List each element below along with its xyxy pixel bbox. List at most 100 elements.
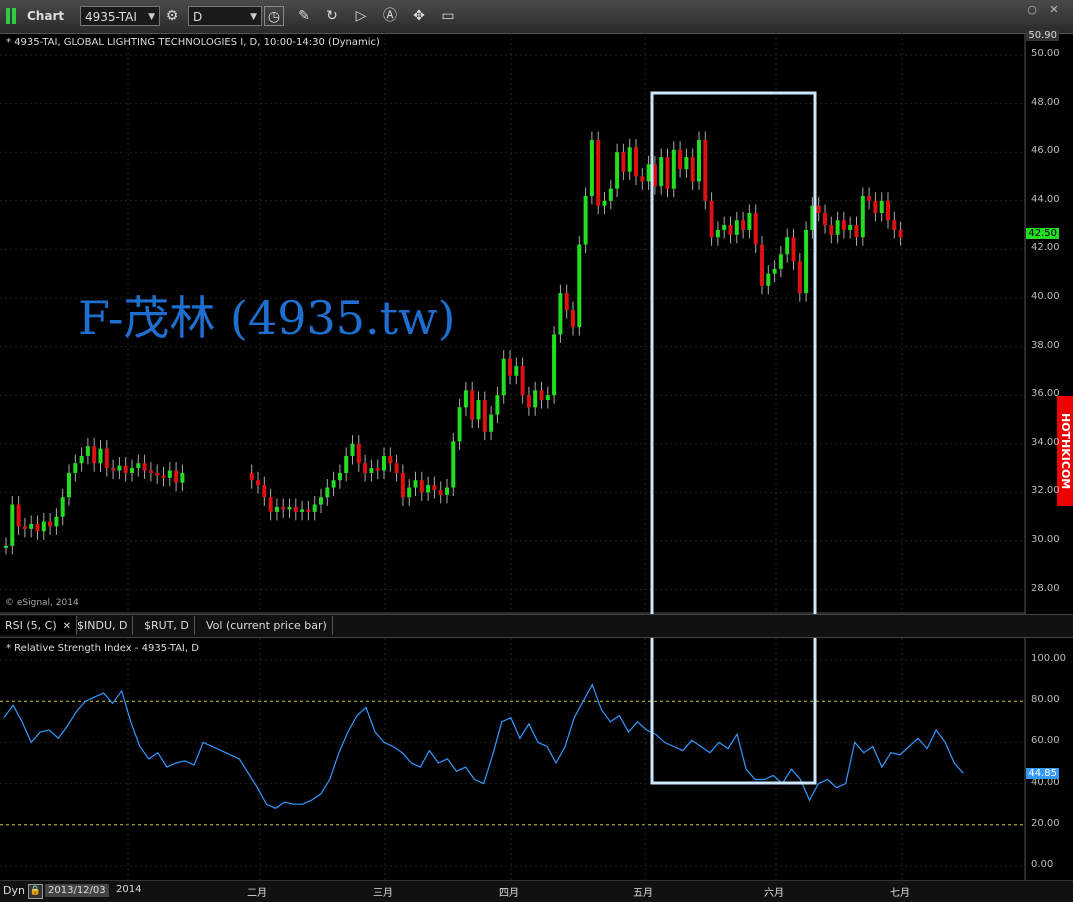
candle-body — [690, 157, 695, 182]
rsi-tick-label: 0.00 — [1031, 859, 1054, 870]
candle-body — [892, 220, 897, 230]
candle-body — [319, 497, 323, 505]
lock-icon[interactable]: 🔒 — [28, 884, 43, 899]
candle-body — [363, 463, 368, 473]
candle-body — [41, 521, 46, 532]
candle-body — [778, 254, 783, 269]
indicator-tabs: RSI (5, C) ✕ $INDU, D $RUT, D Vol (curren… — [0, 614, 1073, 638]
candle-body — [344, 455, 349, 473]
month-label: 三月 — [373, 888, 393, 899]
candle-body — [772, 268, 777, 274]
candle-body — [697, 140, 701, 182]
candle-body — [514, 366, 519, 376]
rsi-last-badge: 44.85 — [1026, 768, 1059, 779]
tab-rsi[interactable]: RSI (5, C) ✕ — [0, 616, 78, 635]
candle-body — [331, 480, 336, 488]
month-label: 七月 — [890, 888, 910, 899]
candle-body — [678, 149, 683, 170]
candle-body — [35, 523, 40, 532]
main-chart-legend: * 4935-TAI, GLOBAL LIGHTING TECHNOLOGIES… — [6, 37, 380, 48]
candle-body — [111, 468, 116, 471]
candle-body — [369, 468, 374, 473]
candle-body — [539, 390, 544, 401]
candle-body — [715, 229, 720, 238]
candle-body — [785, 237, 790, 255]
candle-body — [167, 470, 172, 478]
candle-body — [520, 366, 525, 396]
candle-body — [256, 480, 260, 486]
candle-body — [262, 485, 267, 498]
candle-body — [274, 506, 279, 512]
candle-body — [350, 443, 355, 456]
price-tick-label: 28.00 — [1031, 582, 1060, 594]
candle-body — [356, 443, 361, 464]
candle-body — [281, 506, 286, 510]
start-date-label[interactable]: 2013/12/03 — [45, 884, 109, 897]
candle-body — [703, 140, 708, 201]
candle-body — [79, 455, 84, 464]
candle-body — [375, 468, 380, 471]
candle-body — [741, 220, 746, 230]
rsi-line — [3, 683, 964, 809]
candle-body — [155, 472, 160, 476]
rsi-legend: * Relative Strength Index - 4935-TAI, D — [6, 643, 199, 654]
candle-body — [300, 509, 305, 512]
close-icon[interactable]: ✕ — [63, 621, 71, 632]
highlight-box — [650, 91, 817, 785]
candle-body — [293, 506, 298, 512]
candle-body — [766, 273, 771, 286]
candle-body — [621, 152, 626, 172]
price-tick-label: 38.00 — [1031, 339, 1060, 351]
candle-body — [577, 244, 582, 328]
price-tick-label: 36.00 — [1031, 388, 1060, 400]
candle-body — [495, 395, 500, 415]
candle-body — [848, 225, 853, 230]
candle-body — [407, 487, 412, 498]
price-chart[interactable] — [0, 0, 1073, 901]
price-tick-label: 34.00 — [1031, 436, 1060, 448]
candle-body — [873, 200, 878, 213]
candle-body — [287, 506, 292, 510]
price-tick-label: 50.00 — [1031, 48, 1060, 59]
time-axis-bar: Dyn 🔒 2013/12/03 — [0, 880, 1073, 902]
candle-body — [268, 497, 273, 512]
candle-body — [476, 400, 481, 420]
tab-rut[interactable]: $RUT, D — [139, 616, 195, 635]
candle-body — [734, 220, 739, 235]
candle-body — [394, 463, 399, 473]
price-tick-label: 48.00 — [1031, 96, 1060, 108]
tab-label: $RUT, D — [144, 619, 189, 632]
candle-body — [337, 472, 342, 481]
candle-body — [432, 485, 437, 490]
price-tick-label: 42.00 — [1031, 242, 1060, 254]
candle-body — [564, 293, 569, 311]
candle-body — [526, 395, 531, 408]
price-tick-label: 40.00 — [1031, 291, 1060, 302]
candle-body — [646, 164, 651, 182]
tab-indu[interactable]: $INDU, D — [72, 616, 134, 635]
candle-body — [640, 176, 645, 182]
dynamic-mode-label[interactable]: Dyn — [3, 884, 25, 897]
top-price-badge: 50.90 — [1026, 30, 1059, 41]
candle-body — [602, 200, 607, 206]
candle-body — [136, 463, 141, 469]
tab-label: Vol (current price bar) — [206, 619, 327, 632]
candle-body — [54, 516, 59, 527]
candle-body — [29, 523, 34, 529]
candle-body — [400, 472, 405, 498]
candle-body — [142, 463, 147, 471]
candle-body — [829, 225, 834, 235]
candle-body — [747, 212, 752, 230]
candle-body — [325, 487, 330, 498]
candle-body — [545, 395, 550, 401]
price-tick-label: 44.00 — [1031, 193, 1060, 205]
candle-body — [898, 229, 903, 238]
candle-body — [804, 229, 809, 294]
candle-body — [860, 195, 865, 238]
candle-body — [583, 195, 588, 245]
tab-vol[interactable]: Vol (current price bar) — [201, 616, 333, 635]
candle-body — [854, 225, 859, 238]
candle-body — [174, 470, 179, 483]
candle-body — [67, 472, 71, 498]
candle-body — [482, 400, 487, 432]
